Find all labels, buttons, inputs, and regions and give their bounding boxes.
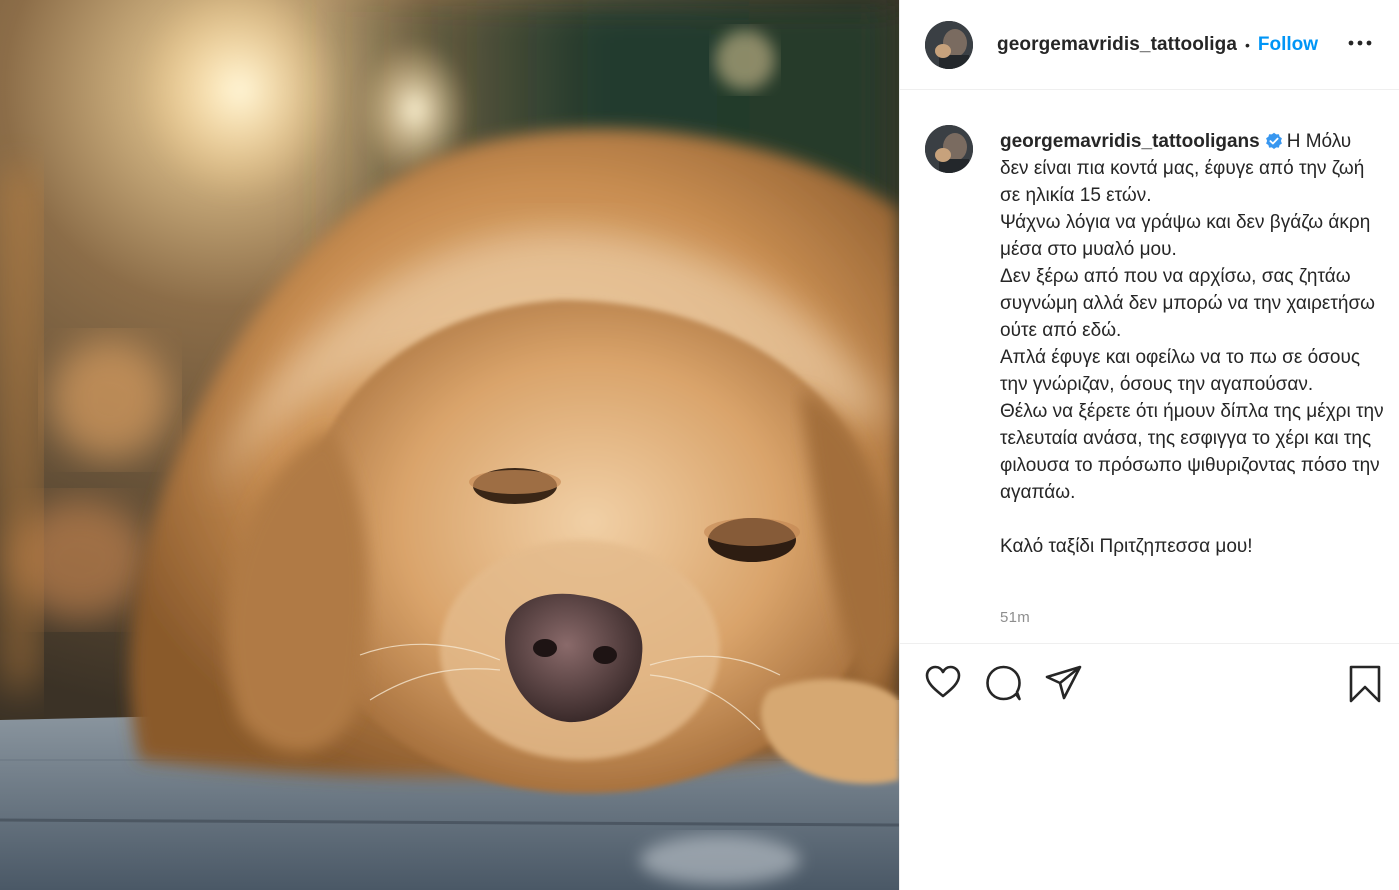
more-options-icon[interactable]: [1347, 33, 1373, 53]
post-timestamp[interactable]: 51m: [1000, 609, 1030, 626]
comment-box-area: [900, 820, 1399, 890]
verified-badge-icon: [1265, 132, 1282, 149]
post-header: georgemavridis_tattooliga • Follow: [900, 0, 1399, 90]
post-image[interactable]: [0, 0, 899, 890]
caption-avatar[interactable]: [925, 125, 973, 173]
heart-icon[interactable]: [925, 665, 961, 699]
caption-text: georgemavridis_tattooligans Η Μόλυ δεν εί…: [1000, 128, 1385, 560]
action-bar: [900, 643, 1399, 733]
avatar[interactable]: [925, 20, 973, 69]
comment-icon[interactable]: [985, 665, 1023, 701]
post-sidebar: georgemavridis_tattooliga • Follow georg…: [899, 0, 1399, 890]
profile-photo-icon: [925, 20, 973, 69]
header-username[interactable]: georgemavridis_tattooliga: [997, 34, 1237, 56]
caption-username[interactable]: georgemavridis_tattooligans: [1000, 131, 1260, 152]
caption-body: Η Μόλυ δεν είναι πια κοντά μας, έφυγε απ…: [1000, 131, 1384, 557]
bookmark-icon[interactable]: [1348, 665, 1382, 703]
follow-button[interactable]: Follow: [1258, 34, 1318, 56]
header-separator: •: [1245, 36, 1250, 53]
profile-photo-icon: [925, 125, 973, 173]
share-icon[interactable]: [1045, 665, 1083, 701]
dog-photo: [0, 0, 899, 890]
